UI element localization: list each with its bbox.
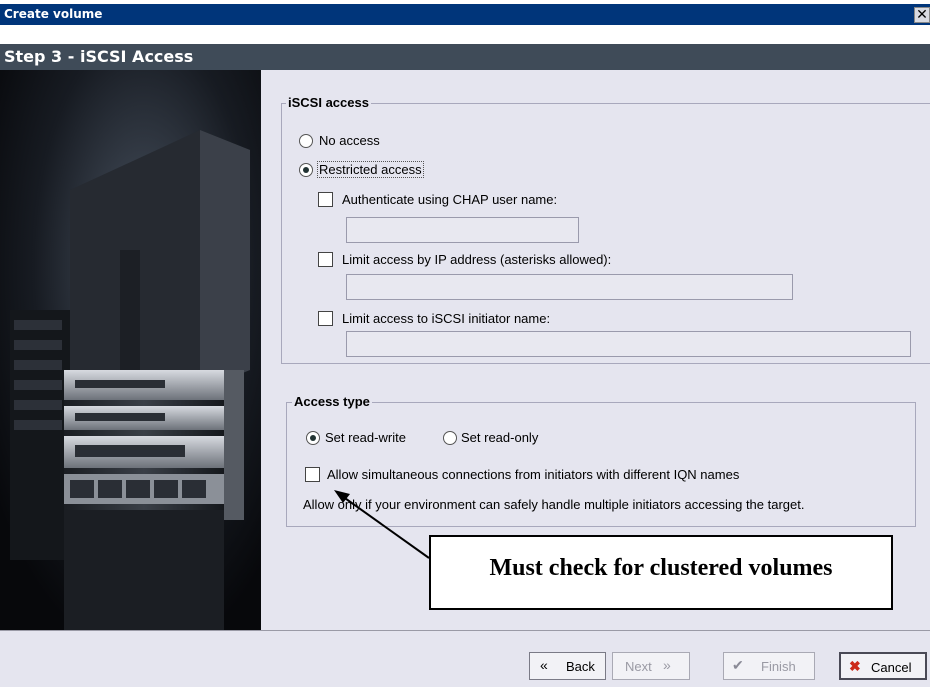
iscsi-access-legend: iSCSI access [286,95,371,110]
read-write-radio[interactable] [306,431,320,445]
chap-checkbox[interactable] [318,192,333,207]
no-access-label[interactable]: No access [319,133,380,148]
back-label: Back [566,659,595,674]
double-chevron-right-icon: » [663,657,671,673]
step-header: Step 3 - iSCSI Access [0,44,930,70]
checkmark-icon: ✔ [732,657,744,673]
server-rack-image [0,70,261,630]
next-button[interactable]: Next » [612,652,690,680]
ip-limit-label[interactable]: Limit access by IP address (asterisks al… [342,252,611,267]
annotation-text: Must check for clustered volumes [489,555,833,581]
chap-label[interactable]: Authenticate using CHAP user name: [342,192,557,207]
cancel-label: Cancel [871,660,912,675]
chap-username-field[interactable] [346,217,579,243]
initiator-limit-label[interactable]: Limit access to iSCSI initiator name: [342,311,550,326]
simultaneous-connections-label[interactable]: Allow simultaneous connections from init… [327,467,739,482]
access-type-legend: Access type [292,394,372,409]
annotation-callout: Must check for clustered volumes [429,535,893,610]
ip-limit-checkbox[interactable] [318,252,333,267]
initiator-name-field[interactable] [346,331,911,357]
access-note: Allow only if your environment can safel… [303,497,805,512]
restricted-access-radio[interactable] [299,163,313,177]
ip-address-field[interactable] [346,274,793,300]
restricted-access-label[interactable]: Restricted access [317,161,424,178]
simultaneous-connections-checkbox[interactable] [305,467,320,482]
create-volume-dialog: Create volume ✕ Step 3 - iSCSI Access iS… [0,0,930,687]
back-button[interactable]: « Back [529,652,606,680]
finish-label: Finish [761,659,796,674]
read-write-label[interactable]: Set read-write [325,430,406,445]
step-title: Step 3 - iSCSI Access [4,47,194,66]
close-icon[interactable]: ✕ [914,7,930,23]
title-bar: Create volume ✕ [0,4,930,25]
read-only-radio[interactable] [443,431,457,445]
initiator-limit-checkbox[interactable] [318,311,333,326]
finish-button[interactable]: ✔ Finish [723,652,815,680]
double-chevron-left-icon: « [540,657,548,673]
read-only-label[interactable]: Set read-only [461,430,538,445]
window-title: Create volume [4,7,103,21]
no-access-radio[interactable] [299,134,313,148]
cancel-button[interactable]: ✖ Cancel [839,652,927,680]
red-x-icon: ✖ [849,658,861,674]
next-label: Next [625,659,652,674]
